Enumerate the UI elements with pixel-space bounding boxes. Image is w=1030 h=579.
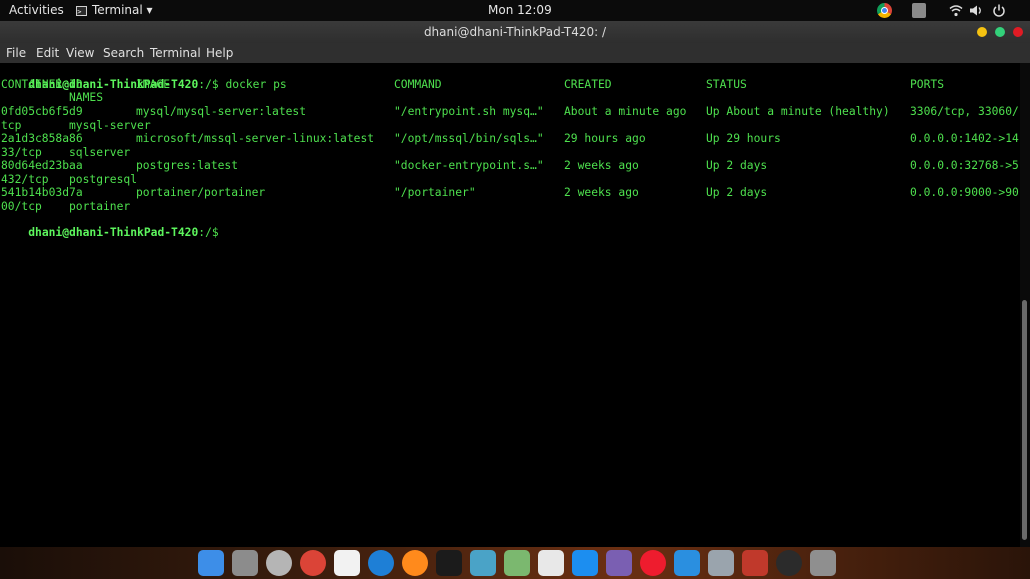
finder-icon[interactable] <box>198 550 224 576</box>
table-header-wrap: NAMES <box>1 91 1016 104</box>
photo-booth-icon[interactable] <box>742 550 768 576</box>
header-image: IMAGE <box>136 78 171 91</box>
terminal-small-icon: >_ <box>76 5 87 16</box>
app-store-icon[interactable] <box>572 550 598 576</box>
cell-container-id: 541b14b03d7a <box>1 186 83 199</box>
cell-image: postgres:latest <box>136 159 239 172</box>
cell-ports: 0.0.0.0:1402->14 <box>910 132 1019 145</box>
wifi-icon[interactable] <box>949 3 963 18</box>
app-menu-label: Terminal ▾ <box>92 3 153 17</box>
disk-icon[interactable] <box>708 550 734 576</box>
menu-file[interactable]: File <box>6 43 26 63</box>
clock[interactable]: Mon 12:09 <box>488 0 552 21</box>
cell-ports-cont: 33/tcp <box>1 146 42 159</box>
power-icon[interactable] <box>992 3 1006 18</box>
header-command: COMMAND <box>394 78 442 91</box>
cell-container-id: 80d64ed23baa <box>1 159 83 172</box>
calendar-icon[interactable] <box>334 550 360 576</box>
table-row-wrap: 33/tcp sqlserver <box>1 146 1016 159</box>
shotwell-icon[interactable] <box>470 550 496 576</box>
table-row: 541b14b03d7a portainer/portainer "/porta… <box>1 186 1019 199</box>
cell-status: Up 29 hours <box>706 132 781 145</box>
table-row: 2a1d3c858a86 microsoft/mssql-server-linu… <box>1 132 1019 145</box>
terminal-icon[interactable] <box>436 550 462 576</box>
window-title: dhani@dhani-ThinkPad-T420: / <box>423 25 607 39</box>
menu-search[interactable]: Search <box>103 43 144 63</box>
cell-ports-cont: 432/tcp <box>1 173 49 186</box>
settings-gear-icon[interactable] <box>266 550 292 576</box>
command-line: dhani@dhani-ThinkPad-T420:/$ <box>1 213 225 239</box>
menu-edit[interactable]: Edit <box>36 43 59 63</box>
cell-command: "/entrypoint.sh mysq…" <box>394 105 544 118</box>
cell-image: mysql/mysql-server:latest <box>136 105 307 118</box>
table-header: CONTAINER ID IMAGE COMMAND CREATED STATU… <box>1 78 1016 91</box>
top-panel: Activities >_ Terminal ▾ Mon 12:09 <box>0 0 1030 21</box>
table-row: 0fd05cb6f5d9 mysql/mysql-server:latest "… <box>1 105 1019 118</box>
dock <box>0 547 1030 579</box>
table-row-wrap: tcp mysql-server <box>1 119 1016 132</box>
prompt: dhani@dhani-ThinkPad-T420 <box>28 226 199 239</box>
cell-container-id: 2a1d3c858a86 <box>1 132 83 145</box>
cell-image: portainer/portainer <box>136 186 266 199</box>
cell-ports-cont: 00/tcp <box>1 200 42 213</box>
cell-created: 2 weeks ago <box>564 159 639 172</box>
scrollbar-thumb[interactable] <box>1022 300 1027 540</box>
table-row: 80d64ed23baa postgres:latest "docker-ent… <box>1 159 1019 172</box>
cell-name: postgresql <box>69 173 138 186</box>
network-icon[interactable] <box>674 550 700 576</box>
chrome-icon[interactable] <box>300 550 326 576</box>
terminal-output[interactable]: dhani@dhani-ThinkPad-T420:/$ docker ps C… <box>0 63 1020 547</box>
menu-view[interactable]: View <box>66 43 94 63</box>
firefox-icon[interactable] <box>402 550 428 576</box>
header-created: CREATED <box>564 78 612 91</box>
table-row-wrap: 00/tcp portainer <box>1 200 1016 213</box>
cell-image: microsoft/mssql-server-linux:latest <box>136 132 375 145</box>
header-names: NAMES <box>69 91 104 104</box>
cell-name: portainer <box>69 200 131 213</box>
cell-name: sqlserver <box>69 146 131 159</box>
cell-created: 29 hours ago <box>564 132 646 145</box>
cell-ports: 0.0.0.0:32768->5 <box>910 159 1019 172</box>
volume-icon[interactable] <box>969 3 983 18</box>
maps-icon[interactable] <box>504 550 530 576</box>
menu-terminal[interactable]: Terminal <box>150 43 201 63</box>
cell-name: mysql-server <box>69 119 151 132</box>
cell-status: Up 2 days <box>706 186 768 199</box>
header-status: STATUS <box>706 78 747 91</box>
header-ports: PORTS <box>910 78 945 91</box>
cell-ports-cont: tcp <box>1 119 22 132</box>
cell-command: "/portainer" <box>394 186 476 199</box>
cell-status: Up 2 days <box>706 159 768 172</box>
opera-icon[interactable] <box>640 550 666 576</box>
minimize-button[interactable] <box>977 27 987 37</box>
cell-container-id: 0fd05cb6f5d9 <box>1 105 83 118</box>
menu-help[interactable]: Help <box>206 43 233 63</box>
photos-icon[interactable] <box>538 550 564 576</box>
close-button[interactable] <box>1013 27 1023 37</box>
app-menu[interactable]: >_ Terminal ▾ <box>76 0 153 21</box>
command-text: :/$ <box>198 226 226 239</box>
obs-icon[interactable] <box>776 550 802 576</box>
window-titlebar[interactable]: dhani@dhani-ThinkPad-T420: / <box>0 21 1030 43</box>
cell-command: "docker-entrypoint.s…" <box>394 159 544 172</box>
cell-command: "/opt/mssql/bin/sqls…" <box>394 132 544 145</box>
system-preferences-icon[interactable] <box>232 550 258 576</box>
header-container-id: CONTAINER ID <box>1 78 83 91</box>
tray-app-icon[interactable] <box>912 3 926 18</box>
cell-ports: 0.0.0.0:9000->90 <box>910 186 1019 199</box>
menu-bar: File Edit View Search Terminal Help <box>0 43 1030 63</box>
cell-status: Up About a minute (healthy) <box>706 105 890 118</box>
cell-created: 2 weeks ago <box>564 186 639 199</box>
screen-recorder-icon[interactable] <box>606 550 632 576</box>
command-line: dhani@dhani-ThinkPad-T420:/$ docker ps <box>1 65 286 91</box>
trash-icon[interactable] <box>810 550 836 576</box>
cell-ports: 3306/tcp, 33060/ <box>910 105 1019 118</box>
chrome-tray-icon[interactable] <box>877 3 892 18</box>
quicktime-icon[interactable] <box>368 550 394 576</box>
activities-button[interactable]: Activities <box>9 0 64 21</box>
maximize-button[interactable] <box>995 27 1005 37</box>
table-row-wrap: 432/tcp postgresql <box>1 173 1016 186</box>
cell-created: About a minute ago <box>564 105 687 118</box>
